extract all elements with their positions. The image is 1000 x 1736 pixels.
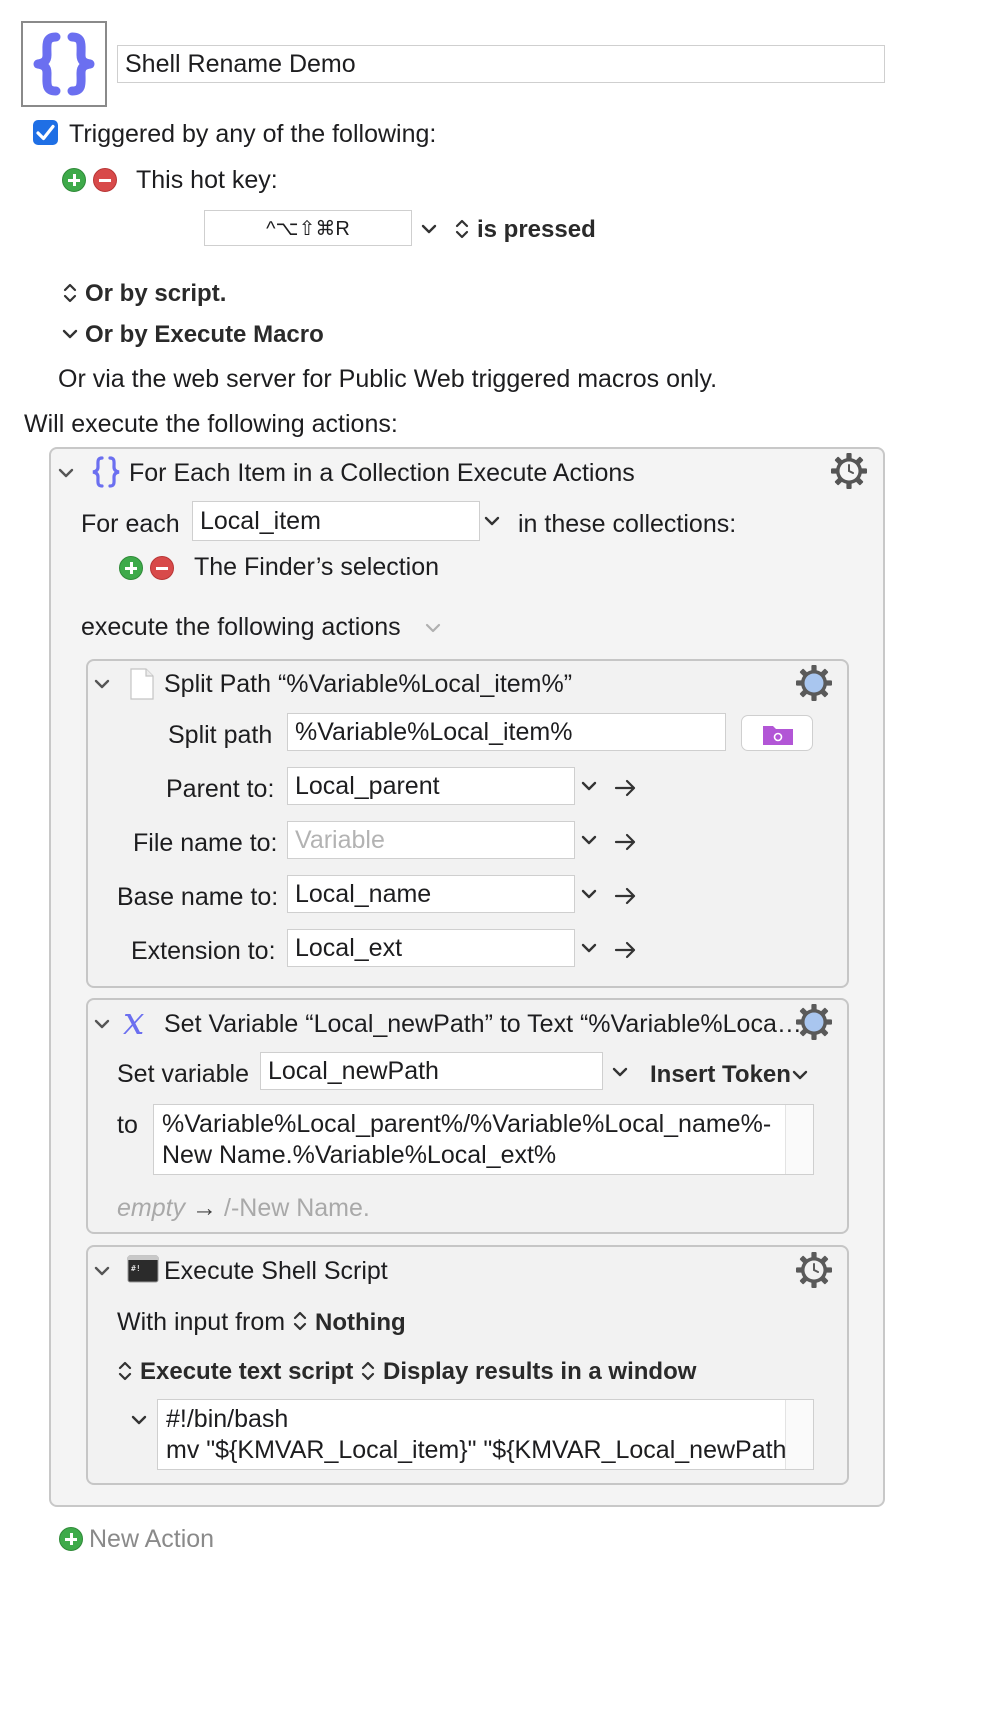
hotkey-field[interactable]: ^⌥⇧⌘R xyxy=(204,210,412,246)
shell-script-text-area[interactable]: #!/bin/bash mv "${KMVAR_Local_item}" "${… xyxy=(157,1399,814,1470)
for-each-collapse-chevron-icon[interactable] xyxy=(58,467,74,479)
curly-braces-icon xyxy=(33,32,95,96)
extension-dropdown-chevron-icon[interactable] xyxy=(581,942,597,954)
variable-x-icon: 𝑥 xyxy=(123,999,145,1043)
basename-dropdown-chevron-icon[interactable] xyxy=(581,888,597,900)
macro-icon-well[interactable] xyxy=(21,21,107,107)
input-from-label: With input from xyxy=(117,1308,286,1336)
web-server-note: Or via the web server for Public Web tri… xyxy=(58,365,718,393)
or-by-execute-chevron-icon[interactable] xyxy=(62,328,78,340)
choose-folder-button[interactable] xyxy=(741,715,813,751)
split-path-label: Split path xyxy=(168,721,273,749)
triggered-checkbox[interactable] xyxy=(33,120,58,145)
remove-collection-minus-icon[interactable] xyxy=(150,556,174,580)
scrollbar[interactable] xyxy=(785,1400,813,1469)
new-action-plus-icon[interactable] xyxy=(59,1527,83,1551)
script-line: #!/bin/bash xyxy=(166,1405,289,1433)
split-path-field[interactable]: %Variable%Local_item% xyxy=(287,713,726,751)
hotkey-label: This hot key: xyxy=(136,166,278,194)
hotkey-state-popup[interactable]: is pressed xyxy=(477,218,596,242)
for-each-variable-field[interactable]: Local_item xyxy=(192,501,480,541)
text-line: New Name.%Variable%Local_ext% xyxy=(162,1141,557,1169)
terminal-icon: #! xyxy=(127,1255,159,1283)
or-by-script-updown-icon[interactable] xyxy=(63,281,77,305)
set-variable-collapse-chevron-icon[interactable] xyxy=(94,1018,110,1030)
set-variable-dropdown-chevron-icon[interactable] xyxy=(612,1066,628,1078)
display-mode-updown-icon[interactable] xyxy=(361,1359,375,1383)
for-each-label: For each xyxy=(81,510,180,538)
preview-result: /-New Name. xyxy=(224,1194,370,1222)
add-trigger-plus-icon[interactable] xyxy=(62,168,86,192)
or-by-execute-popup[interactable]: Or by Execute Macro xyxy=(85,323,324,347)
for-each-title: For Each Item in a Collection Execute Ac… xyxy=(129,459,635,487)
text-line: %Variable%Local_parent%/%Variable%Local_… xyxy=(162,1110,772,1138)
action-gear-icon[interactable] xyxy=(795,664,833,702)
script-collapse-chevron-icon[interactable] xyxy=(131,1414,147,1426)
curly-braces-icon xyxy=(92,456,120,488)
extension-to-label: Extension to: xyxy=(131,937,276,965)
base-name-to-label: Base name to: xyxy=(117,883,279,911)
arrow-right-icon[interactable] xyxy=(614,833,638,851)
shell-script-collapse-chevron-icon[interactable] xyxy=(94,1265,110,1277)
remove-trigger-minus-icon[interactable] xyxy=(93,168,117,192)
base-name-to-field[interactable]: Local_name xyxy=(287,875,575,913)
arrow-right-icon[interactable] xyxy=(614,779,638,797)
set-variable-text-area[interactable]: %Variable%Local_parent%/%Variable%Local_… xyxy=(153,1104,814,1175)
execute-mode-popup[interactable]: Execute text script xyxy=(140,1360,353,1384)
execute-actions-chevron-icon[interactable] xyxy=(425,622,441,634)
action-gear-icon[interactable] xyxy=(795,1003,833,1041)
set-variable-label: Set variable xyxy=(117,1060,250,1088)
input-from-popup[interactable]: Nothing xyxy=(315,1311,406,1335)
to-label: to xyxy=(117,1111,138,1139)
parent-to-field[interactable]: Local_parent xyxy=(287,767,575,805)
shell-script-title: Execute Shell Script xyxy=(164,1257,388,1285)
variable-dropdown-chevron-icon[interactable] xyxy=(484,515,500,527)
new-action-button[interactable]: New Action xyxy=(89,1527,214,1552)
display-mode-popup[interactable]: Display results in a window xyxy=(383,1360,696,1384)
execute-actions-label: execute the following actions xyxy=(81,613,401,641)
preview-empty: empty xyxy=(117,1194,186,1222)
action-gear-icon[interactable] xyxy=(795,1251,833,1289)
folder-gear-icon xyxy=(763,726,793,745)
set-variable-field[interactable]: Local_newPath xyxy=(260,1052,603,1090)
checkmark-icon xyxy=(36,124,55,141)
collection-item[interactable]: The Finder’s selection xyxy=(194,555,439,580)
parent-to-label: Parent to: xyxy=(166,775,275,803)
arrow-right-icon[interactable] xyxy=(614,887,638,905)
extension-to-field[interactable]: Local_ext xyxy=(287,929,575,967)
scrollbar[interactable] xyxy=(785,1105,813,1174)
text-preview: empty → /-New Name. xyxy=(117,1196,370,1221)
execute-mode-updown-icon[interactable] xyxy=(118,1359,132,1383)
macro-name-field[interactable]: Shell Rename Demo xyxy=(117,45,885,83)
file-name-to-field[interactable]: Variable xyxy=(287,821,575,859)
add-collection-plus-icon[interactable] xyxy=(119,556,143,580)
insert-token-chevron-icon[interactable] xyxy=(792,1069,808,1081)
insert-token-menu[interactable]: Insert Token xyxy=(650,1063,791,1087)
triggered-label: Triggered by any of the following: xyxy=(69,120,437,148)
parent-dropdown-chevron-icon[interactable] xyxy=(581,780,597,792)
preview-arrow-icon: → xyxy=(192,1194,218,1222)
svg-text:#!: #! xyxy=(131,1264,141,1273)
will-execute-label: Will execute the following actions: xyxy=(24,410,398,438)
file-name-to-label: File name to: xyxy=(133,829,278,857)
script-line: mv "${KMVAR_Local_item}" "${KMVAR_Local_… xyxy=(166,1436,804,1464)
split-path-collapse-chevron-icon[interactable] xyxy=(94,678,110,690)
in-collections-label: in these collections: xyxy=(518,510,737,538)
filename-dropdown-chevron-icon[interactable] xyxy=(581,834,597,846)
split-path-title: Split Path “%Variable%Local_item%” xyxy=(164,670,573,698)
action-gear-icon[interactable] xyxy=(830,452,868,490)
input-from-updown-icon[interactable] xyxy=(293,1309,307,1333)
document-icon xyxy=(130,668,154,700)
arrow-right-icon[interactable] xyxy=(614,941,638,959)
set-variable-title: Set Variable “Local_newPath” to Text “%V… xyxy=(164,1010,802,1038)
hotkey-dropdown-chevron-icon[interactable] xyxy=(421,223,437,235)
or-by-script-popup[interactable]: Or by script. xyxy=(85,282,226,306)
hotkey-state-updown-icon[interactable] xyxy=(455,217,469,241)
